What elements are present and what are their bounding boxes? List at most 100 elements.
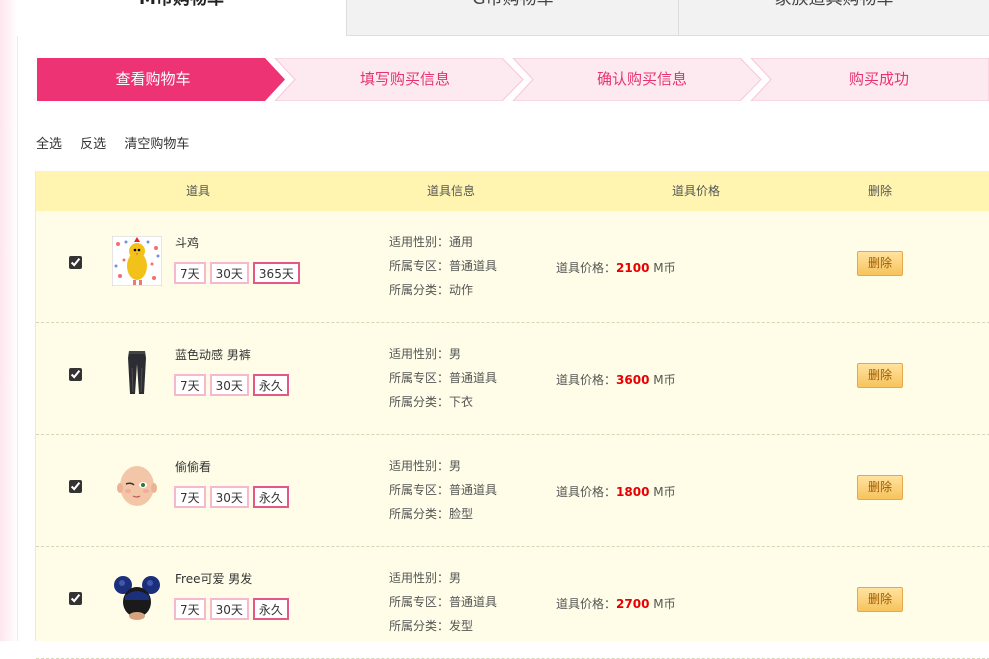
gender-value: 通用 <box>449 235 474 249</box>
delete-button[interactable]: 删除 <box>857 363 903 388</box>
mouse-ears-hair-icon <box>114 576 160 620</box>
cart-table-header: 道具 道具信息 道具价格 删除 <box>36 171 989 211</box>
item-price: 道具价格：1800 M币 <box>556 483 676 500</box>
tab-family-item-cart[interactable]: 家族道具购物车 <box>678 0 989 36</box>
table-row: 斗鸡 7天 30天 365天 适用性别：通用 所属专区：普通道具 所属分类：动作 道… <box>36 211 989 323</box>
category-value: 下衣 <box>449 395 474 409</box>
duration-option[interactable]: 7天 <box>174 262 206 284</box>
category-value: 动作 <box>449 283 474 297</box>
cart-table: 道具 道具信息 道具价格 删除 斗鸡 7天 30天 365天 适用性别：通用 所属专… <box>35 171 989 659</box>
item-info: 适用性别：男 所属专区：普通道具 所属分类：脸型 <box>389 454 497 526</box>
table-row: 蓝色动感 男裤 7天 30天 永久 适用性别：男 所属专区：普通道具 所属分类：下衣… <box>36 323 989 435</box>
pants-icon <box>128 351 146 394</box>
delete-button[interactable]: 删除 <box>857 587 903 612</box>
currency-label: M币 <box>653 597 676 611</box>
item-name: 蓝色动感 男裤 <box>175 348 251 362</box>
face-icon <box>117 466 157 506</box>
gender-label: 适用性别： <box>389 347 450 361</box>
category-label: 所属分类： <box>389 283 450 297</box>
zone-label: 所属专区： <box>389 483 450 497</box>
duration-option[interactable]: 7天 <box>174 486 206 508</box>
category-label: 所属分类： <box>389 619 450 633</box>
price-label: 道具价格： <box>556 597 617 611</box>
duration-option[interactable]: 30天 <box>209 262 249 284</box>
currency-label: M币 <box>653 261 676 275</box>
delete-button[interactable]: 删除 <box>857 251 903 276</box>
item-price: 道具价格：2700 M币 <box>556 595 676 612</box>
item-price: 道具价格：2100 M币 <box>556 259 676 276</box>
row-checkbox[interactable] <box>69 368 82 381</box>
step-success: 购买成功 <box>848 70 909 88</box>
duration-option[interactable]: 30天 <box>209 486 249 508</box>
currency-label: M币 <box>653 485 676 499</box>
zone-value: 普通道具 <box>449 259 498 273</box>
delete-button[interactable]: 删除 <box>857 475 903 500</box>
duration-options: 7天 30天 永久 <box>174 598 293 620</box>
duration-option-selected[interactable]: 永久 <box>252 374 289 396</box>
column-price: 道具价格 <box>671 184 720 198</box>
price-value: 2100 <box>616 261 650 275</box>
price-value: 3600 <box>616 373 650 387</box>
cart-tabs: M币购物车 G币购物车 家族道具购物车 <box>17 0 989 36</box>
zone-label: 所属专区： <box>389 259 450 273</box>
zone-label: 所属专区： <box>389 371 450 385</box>
step-view-cart: 查看购物车 <box>115 70 191 88</box>
zone-value: 普通道具 <box>449 371 498 385</box>
invert-selection-link[interactable]: 反选 <box>80 137 106 152</box>
gender-label: 适用性别： <box>389 235 450 249</box>
category-value: 发型 <box>449 619 474 633</box>
item-name: Free可爱 男发 <box>175 572 253 586</box>
zone-value: 普通道具 <box>449 595 498 609</box>
row-checkbox[interactable] <box>69 256 82 269</box>
table-row: 偷偷看 7天 30天 永久 适用性别：男 所属专区：普通道具 所属分类：脸型 道具价… <box>36 435 989 547</box>
item-name: 斗鸡 <box>175 236 200 250</box>
category-label: 所属分类： <box>389 507 450 521</box>
item-info: 适用性别：男 所属专区：普通道具 所属分类：下衣 <box>389 342 497 414</box>
duration-options: 7天 30天 永久 <box>174 374 293 396</box>
left-border <box>17 36 18 641</box>
duration-option-selected[interactable]: 永久 <box>252 598 289 620</box>
tab-g-coin-cart[interactable]: G币购物车 <box>346 0 679 36</box>
price-value: 1800 <box>616 485 650 499</box>
duration-option[interactable]: 7天 <box>174 598 206 620</box>
zone-value: 普通道具 <box>449 483 498 497</box>
left-decoration <box>0 0 18 641</box>
table-row: Free可爱 男发 7天 30天 永久 适用性别：男 所属专区：普通道具 所属分类：… <box>36 547 989 659</box>
price-label: 道具价格： <box>556 261 617 275</box>
price-value: 2700 <box>616 597 650 611</box>
tab-m-coin-cart[interactable]: M币购物车 <box>17 0 347 36</box>
gender-value: 男 <box>449 571 462 585</box>
select-all-link[interactable]: 全选 <box>36 137 62 152</box>
duration-option-selected[interactable]: 永久 <box>252 486 289 508</box>
step-confirm-info: 确认购买信息 <box>596 70 687 88</box>
item-info: 适用性别：通用 所属专区：普通道具 所属分类：动作 <box>389 230 497 302</box>
category-label: 所属分类： <box>389 395 450 409</box>
row-checkbox[interactable] <box>69 480 82 493</box>
price-label: 道具价格： <box>556 485 617 499</box>
step-fill-info: 填写购买信息 <box>359 70 450 88</box>
clear-cart-link[interactable]: 清空购物车 <box>124 137 189 152</box>
tab-label: 家族道具购物车 <box>679 0 989 8</box>
duration-options: 7天 30天 365天 <box>174 262 304 284</box>
column-delete: 删除 <box>867 184 892 198</box>
duration-option[interactable]: 30天 <box>209 374 249 396</box>
rooster-costume-icon <box>112 236 162 286</box>
currency-label: M币 <box>653 373 676 387</box>
tab-label: M币购物车 <box>17 0 346 8</box>
duration-option[interactable]: 7天 <box>174 374 206 396</box>
price-label: 道具价格： <box>556 373 617 387</box>
duration-options: 7天 30天 永久 <box>174 486 293 508</box>
item-price: 道具价格：3600 M币 <box>556 371 676 388</box>
row-checkbox[interactable] <box>69 592 82 605</box>
item-name: 偷偷看 <box>175 460 212 474</box>
column-info: 道具信息 <box>426 184 475 198</box>
selection-actions: 全选 反选 清空购物车 <box>36 133 203 152</box>
duration-option-selected[interactable]: 365天 <box>252 262 300 284</box>
duration-option[interactable]: 30天 <box>209 598 249 620</box>
category-value: 脸型 <box>449 507 474 521</box>
column-item: 道具 <box>185 184 210 198</box>
gender-label: 适用性别： <box>389 571 450 585</box>
item-info: 适用性别：男 所属专区：普通道具 所属分类：发型 <box>389 566 497 638</box>
gender-value: 男 <box>449 347 462 361</box>
gender-label: 适用性别： <box>389 459 450 473</box>
